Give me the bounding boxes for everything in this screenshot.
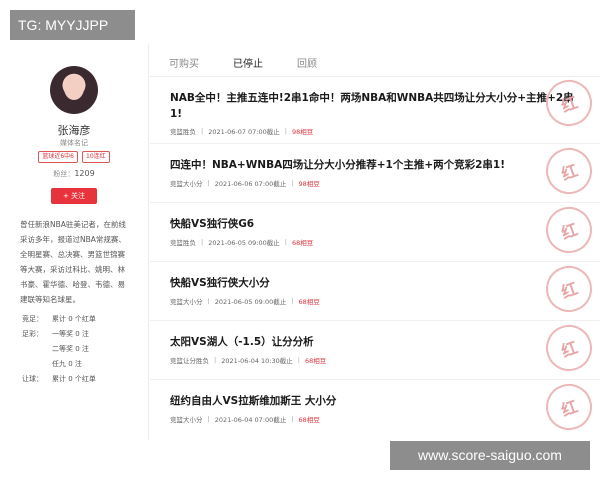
article-price: 68相豆	[304, 357, 327, 365]
article-deadline: 2021-06-04 07:00截止	[214, 416, 287, 424]
stat-row: 二等奖 0 注	[22, 342, 142, 357]
list-item[interactable]: 四连中！NBA+WNBA四场让分大小分推荐+1个主推+两个竞彩2串1! 竞篮大小…	[150, 141, 600, 203]
meta-separator: |	[291, 415, 294, 423]
stat-key: 竞足：	[22, 315, 43, 323]
stat-key: 让球：	[22, 375, 43, 383]
avatar[interactable]	[50, 66, 98, 114]
meta-separator: |	[297, 356, 300, 364]
watermark-top: TG: MYYJJPP	[10, 10, 135, 40]
stat-key: 足彩：	[22, 330, 43, 338]
article-category: 竞篮大小分	[170, 180, 203, 188]
stamp-text: 红	[558, 396, 581, 421]
profile-bio: 曾任新浪NBA驻美记者，在前线采访多年，报道过NBA常规赛、全明星赛、总决赛、男…	[20, 220, 126, 304]
column-divider	[148, 44, 149, 440]
profile-role: 媒体名记	[60, 139, 88, 147]
article-price: 68相豆	[298, 416, 320, 424]
fans-label: 粉丝：	[53, 170, 75, 178]
stamp-text: 红	[558, 160, 581, 185]
article-title[interactable]: 快船VS独行侠G6	[170, 216, 580, 232]
stat-value: 一等奖 0 注	[52, 330, 89, 338]
article-meta: 竞篮让分胜负 | 2021-06-04 10:30截止 | 68相豆	[170, 355, 326, 365]
meta-separator: |	[207, 297, 210, 305]
article-category: 竞篮大小分	[170, 416, 203, 424]
stat-key	[22, 357, 52, 372]
article-title[interactable]: 快船VS独行侠大小分	[170, 275, 580, 291]
stat-value: 二等奖 0 注	[52, 345, 89, 353]
meta-separator: |	[214, 356, 217, 364]
article-title[interactable]: 四连中！NBA+WNBA四场让分大小分推荐+1个主推+两个竞彩2串1!	[170, 157, 580, 173]
stamp-text: 红	[558, 92, 581, 117]
list-item[interactable]: 太阳VS湖人（-1.5）让分分析 竞篮让分胜负 | 2021-06-04 10:…	[150, 318, 600, 380]
article-category: 竞篮大小分	[170, 298, 203, 306]
red-stamp-icon: 红	[539, 200, 599, 260]
article-category: 竞篮胜负	[170, 128, 196, 136]
stamp-text: 红	[558, 219, 581, 244]
article-title[interactable]: 太阳VS湖人（-1.5）让分分析	[170, 334, 580, 350]
article-deadline: 2021-06-04 10:30截止	[221, 357, 293, 365]
tab-stopped[interactable]: 已停止	[233, 55, 263, 70]
stat-row: 任九 0 注	[22, 357, 142, 372]
article-meta: 竞篮大小分 | 2021-06-06 07:00截止 | 98相豆	[170, 178, 320, 188]
meta-separator: |	[291, 179, 294, 187]
article-price: 98相豆	[298, 180, 320, 188]
red-stamp-icon: 红	[539, 377, 599, 437]
meta-separator: |	[207, 415, 210, 423]
meta-separator: |	[207, 179, 210, 187]
article-category: 竞篮胜负	[170, 239, 196, 247]
fans-count: 粉丝：1209	[0, 169, 148, 179]
red-stamp-icon: 红	[539, 259, 599, 319]
red-stamp-icon: 红	[539, 73, 599, 133]
article-price: 68相豆	[298, 298, 320, 306]
list-item[interactable]: 快船VS独行侠大小分 竞篮大小分 | 2021-06-05 09:00截止 | …	[150, 259, 600, 321]
stat-value: 累计 0 个红单	[52, 315, 96, 323]
meta-separator: |	[284, 127, 287, 135]
list-item[interactable]: NAB全中！主推五连中!2串1命中！两场NBA和WNBA共四场让分大小分+主推+…	[150, 73, 600, 144]
article-deadline: 2021-06-05 09:00截止	[208, 239, 280, 247]
meta-separator: |	[284, 238, 287, 246]
article-meta: 竞篮胜负 | 2021-06-05 09:00截止 | 68相豆	[170, 237, 313, 247]
list-item[interactable]: 快船VS独行侠G6 竞篮胜负 | 2021-06-05 09:00截止 | 68…	[150, 200, 600, 262]
red-stamp-icon: 红	[539, 141, 599, 201]
tag-wins: 10连红	[82, 151, 110, 163]
meta-separator: |	[201, 238, 204, 246]
stamp-text: 红	[558, 278, 581, 303]
meta-separator: |	[201, 127, 204, 135]
red-stamp-icon: 红	[539, 318, 599, 378]
tab-available[interactable]: 可购买	[169, 55, 199, 70]
article-meta: 竞篮大小分 | 2021-06-04 07:00截止 | 68相豆	[170, 414, 320, 424]
article-deadline: 2021-06-07 07:00截止	[208, 128, 280, 136]
stat-value: 累计 0 个红单	[52, 375, 96, 383]
stat-row: 足彩： 一等奖 0 注	[22, 327, 142, 342]
record-stats: 竞足： 累计 0 个红单 足彩： 一等奖 0 注 二等奖 0 注 任九 0 注 …	[22, 312, 142, 387]
list-item[interactable]: 纽约自由人VS拉斯维加斯王 大小分 竞篮大小分 | 2021-06-04 07:…	[150, 377, 600, 439]
stat-row: 让球： 累计 0 个红单	[22, 372, 142, 387]
tag-streak: 篮球近6中6	[38, 151, 78, 163]
stat-row: 竞足： 累计 0 个红单	[22, 312, 142, 327]
article-deadline: 2021-06-06 07:00截止	[214, 180, 287, 188]
tab-bar: 可购买 已停止 回顾	[150, 44, 600, 77]
tab-review[interactable]: 回顾	[297, 55, 317, 70]
article-meta: 竞篮大小分 | 2021-06-05 09:00截止 | 68相豆	[170, 296, 320, 306]
article-deadline: 2021-06-05 09:00截止	[214, 298, 287, 306]
stamp-text: 红	[558, 337, 581, 362]
profile-tags: 篮球近6中6 10连红	[0, 151, 148, 163]
meta-separator: |	[291, 297, 294, 305]
stat-key	[22, 342, 52, 357]
profile-name: 张海彦	[57, 124, 91, 137]
fans-value: 1209	[74, 169, 95, 178]
article-list: NAB全中！主推五连中!2串1命中！两场NBA和WNBA共四场让分大小分+主推+…	[150, 73, 600, 439]
stat-value: 任九 0 注	[52, 360, 82, 368]
watermark-bottom: www.score-saiguo.com	[390, 441, 590, 470]
article-price: 68相豆	[291, 239, 314, 247]
article-title[interactable]: NAB全中！主推五连中!2串1命中！两场NBA和WNBA共四场让分大小分+主推+…	[170, 90, 580, 122]
article-price: 98相豆	[291, 128, 314, 136]
profile-panel: 张海彦 媒体名记 篮球近6中6 10连红 粉丝：1209 + 关注 曾任新浪NB…	[0, 44, 148, 440]
article-meta: 竞篮胜负 | 2021-06-07 07:00截止 | 98相豆	[170, 126, 313, 136]
article-category: 竞篮让分胜负	[170, 357, 209, 365]
follow-button[interactable]: + 关注	[51, 188, 97, 204]
article-title[interactable]: 纽约自由人VS拉斯维加斯王 大小分	[170, 393, 580, 409]
